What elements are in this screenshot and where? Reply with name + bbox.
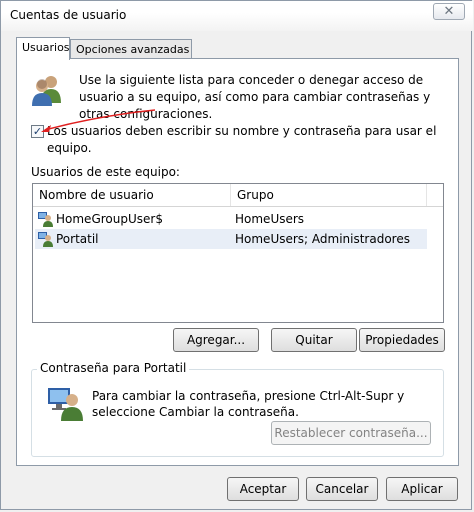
table-row[interactable]: Portatil HomeUsers; Administradores <box>35 229 427 249</box>
tab-opciones-avanzadas[interactable]: Opciones avanzadas <box>70 39 192 59</box>
column-header-username[interactable]: Nombre de usuario <box>33 184 231 206</box>
user-icon <box>38 212 53 227</box>
cell-username: Portatil <box>56 232 99 246</box>
cancel-button[interactable]: Cancelar <box>306 477 378 501</box>
add-user-button[interactable]: Agregar... <box>173 328 259 352</box>
window-title: Cuentas de usuario <box>10 8 127 22</box>
computer-user-icon <box>48 388 83 421</box>
remove-user-button[interactable]: Quitar <box>271 328 357 352</box>
users-icon <box>32 76 61 106</box>
cell-group: HomeUsers; Administradores <box>235 232 410 246</box>
close-icon: ✕ <box>443 4 455 19</box>
ok-button[interactable]: Aceptar <box>227 477 299 501</box>
password-instructions: Para cambiar la contraseña, presione Ctr… <box>92 389 405 419</box>
title-bar[interactable]: Cuentas de usuario ✕ <box>1 1 473 31</box>
close-button[interactable]: ✕ <box>433 3 465 20</box>
password-groupbox-title: Contraseña para Portatil <box>37 361 190 375</box>
user-accounts-window: Cuentas de usuario ✕ Usuarios Opciones a… <box>0 0 473 510</box>
cell-group: HomeUsers <box>235 212 305 226</box>
tab-usuarios[interactable]: Usuarios <box>16 37 70 60</box>
annotation-arrow-icon <box>41 109 156 132</box>
users-list[interactable]: Nombre de usuario Grupo HomeGroupUser$ H… <box>32 183 444 323</box>
tab-panel-usuarios: Use la siguiente lista para conceder o d… <box>16 58 459 466</box>
list-header: Nombre de usuario Grupo <box>33 184 443 207</box>
properties-button[interactable]: Propiedades <box>359 328 445 352</box>
table-row[interactable]: HomeGroupUser$ HomeUsers <box>35 209 427 229</box>
user-icon <box>38 232 53 247</box>
cell-username: HomeGroupUser$ <box>56 212 163 226</box>
apply-button[interactable]: Aplicar <box>386 477 458 501</box>
users-list-label: Usuarios de este equipo: <box>31 165 180 179</box>
column-header-group[interactable]: Grupo <box>231 184 427 206</box>
reset-password-button[interactable]: Restablecer contraseña... <box>271 421 431 445</box>
